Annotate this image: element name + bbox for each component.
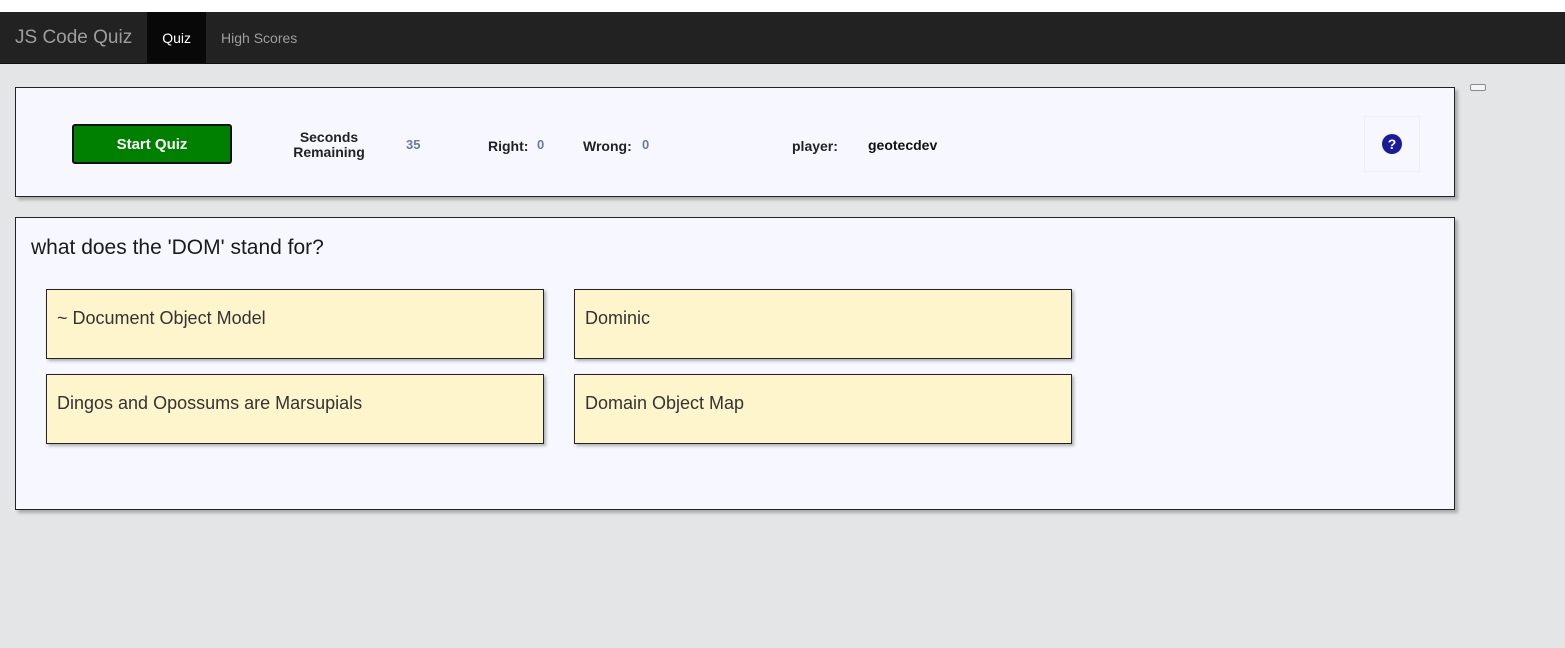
seconds-remaining-value: 35	[406, 137, 421, 152]
right-label: Right:	[488, 138, 529, 154]
answer-option-1[interactable]: ~ Document Object Model	[46, 289, 544, 359]
status-panel: Start Quiz Seconds Remaining 35 Right: 0…	[15, 87, 1455, 197]
tab-high-scores[interactable]: High Scores	[206, 12, 312, 63]
player-label: player:	[792, 138, 838, 154]
right-count: 0	[537, 137, 545, 152]
seconds-remaining-label: Seconds Remaining	[293, 129, 365, 160]
question-panel: what does the 'DOM' stand for? ~ Documen…	[15, 217, 1455, 510]
tab-quiz[interactable]: Quiz	[147, 12, 207, 63]
start-quiz-button[interactable]: Start Quiz	[72, 124, 232, 164]
question-circle-icon: ?	[1382, 134, 1402, 154]
answer-option-2[interactable]: Dominic	[574, 289, 1072, 359]
answer-option-4[interactable]: Domain Object Map	[574, 374, 1072, 444]
answer-option-3[interactable]: Dingos and Opossums are Marsupials	[46, 374, 544, 444]
question-text: what does the 'DOM' stand for?	[31, 236, 324, 259]
browser-top-strip	[0, 0, 1565, 12]
player-name: geotecdev	[868, 137, 938, 153]
side-toggle[interactable]	[1470, 84, 1486, 91]
navbar: JS Code Quiz Quiz High Scores	[0, 12, 1565, 64]
brand-title[interactable]: JS Code Quiz	[0, 12, 147, 63]
wrong-label: Wrong:	[583, 138, 632, 154]
wrong-count: 0	[642, 137, 650, 152]
help-button[interactable]: ?	[1364, 116, 1420, 172]
